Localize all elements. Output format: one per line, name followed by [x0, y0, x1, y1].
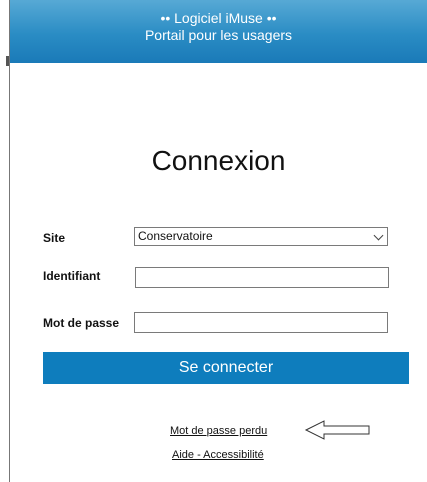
window-edge	[9, 0, 10, 482]
app-title: •• Logiciel iMuse ••	[160, 10, 277, 26]
help-accessibility-link[interactable]: Aide - Accessibilité	[172, 449, 264, 461]
window-edge-mark	[6, 56, 9, 66]
password-label: Mot de passe	[43, 316, 120, 330]
page-title: Connexion	[151, 145, 286, 176]
identifiant-label: Identifiant	[43, 269, 101, 283]
lost-password-link[interactable]: Mot de passe perdu	[170, 425, 267, 437]
site-label: Site	[43, 231, 66, 245]
identifiant-input[interactable]	[135, 267, 389, 288]
app-subtitle: Portail pour les usagers	[144, 27, 293, 43]
site-select-value: Conservatoire	[138, 229, 213, 243]
left-arrow-icon	[304, 420, 370, 440]
site-select[interactable]: Conservatoire	[134, 227, 388, 246]
login-button[interactable]: Se connecter	[43, 352, 409, 384]
password-input[interactable]	[134, 312, 388, 333]
chevron-down-icon	[373, 230, 384, 241]
login-page: •• Logiciel iMuse •• Portail pour les us…	[0, 0, 427, 482]
header-banner: •• Logiciel iMuse •• Portail pour les us…	[10, 0, 427, 63]
